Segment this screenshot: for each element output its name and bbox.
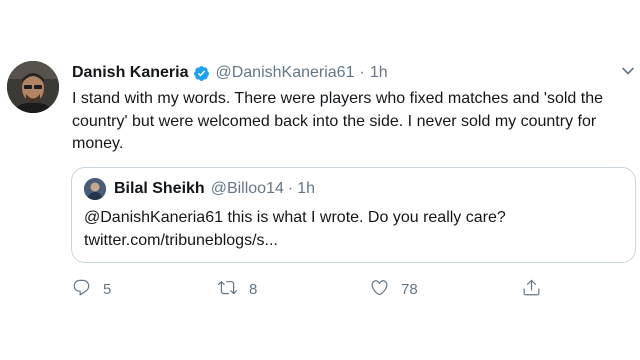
tweet-header: Danish Kaneria @DanishKaneria61 · 1h <box>72 62 388 84</box>
like-button[interactable]: 78 <box>370 277 418 301</box>
quoted-link[interactable]: twitter.com/tribuneblogs/s... <box>84 229 624 252</box>
separator-dot: · <box>287 180 294 197</box>
tweet-timestamp[interactable]: 1h <box>370 64 388 82</box>
author-handle[interactable]: @DanishKaneria61 <box>215 64 354 82</box>
heart-icon <box>370 278 389 301</box>
quoted-author-name[interactable]: Bilal Sheikh <box>114 180 205 198</box>
tweet-text: I stand with my words. There were player… <box>72 88 632 156</box>
quoted-author-handle[interactable]: @Billoo14 <box>211 180 284 198</box>
like-count: 78 <box>401 280 418 298</box>
tweet-text-line: country' but were welcomed back into the… <box>72 112 597 130</box>
retweet-count: 8 <box>249 280 258 298</box>
quoted-author-avatar[interactable] <box>84 178 106 200</box>
verified-badge-icon <box>193 65 210 82</box>
quoted-tweet-timestamp[interactable]: 1h <box>297 180 315 198</box>
tweet-text-line: I stand with my words. There were player… <box>72 90 604 107</box>
tweet-actions: 5 8 78 <box>72 277 632 301</box>
reply-count: 5 <box>103 280 112 298</box>
separator-dot: · <box>359 64 365 81</box>
tweet-text-line: money. <box>72 135 124 152</box>
retweet-icon <box>218 278 237 301</box>
author-avatar[interactable] <box>7 61 59 113</box>
reply-button[interactable]: 5 <box>72 277 111 301</box>
quoted-tweet-text: @DanishKaneria61 this is what I wrote. D… <box>84 206 624 252</box>
quoted-text-line: @DanishKaneria61 this is what I wrote. D… <box>84 209 506 226</box>
chevron-down-icon[interactable] <box>620 63 636 79</box>
retweet-button[interactable]: 8 <box>218 277 257 301</box>
reply-icon <box>72 278 91 301</box>
share-button[interactable] <box>522 277 541 301</box>
tweet[interactable]: Danish Kaneria @DanishKaneria61 · 1h I s… <box>0 0 640 360</box>
author-name[interactable]: Danish Kaneria <box>72 64 188 82</box>
quoted-tweet[interactable]: Bilal Sheikh @Billoo14 · 1h @DanishKaner… <box>71 167 636 263</box>
quoted-tweet-header: Bilal Sheikh @Billoo14 · 1h <box>114 178 315 200</box>
share-icon <box>522 278 541 301</box>
